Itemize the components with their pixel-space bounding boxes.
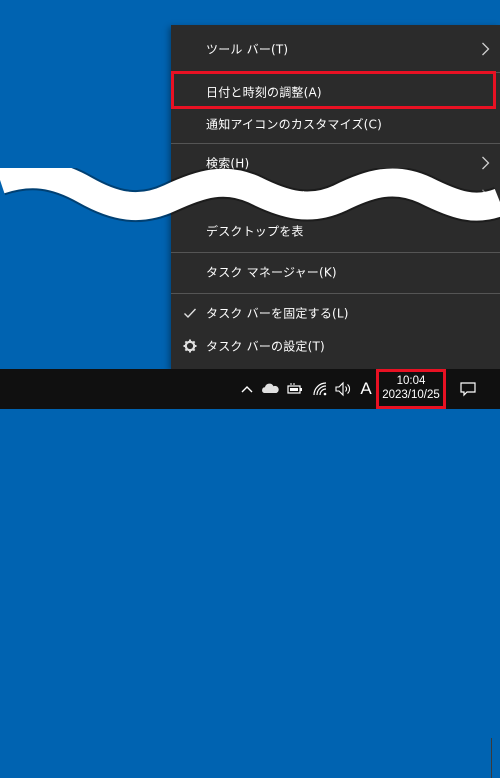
- menu-separator: [171, 293, 500, 294]
- gear-icon: [183, 339, 197, 353]
- menu-item-label: タスク マネージャー(K): [206, 265, 337, 280]
- action-center-icon[interactable]: [458, 379, 478, 399]
- menu-separator: [171, 143, 500, 144]
- onedrive-cloud-icon[interactable]: [260, 379, 280, 399]
- wifi-icon[interactable]: [310, 379, 330, 399]
- show-desktop-button[interactable]: [491, 738, 500, 778]
- chevron-right-icon: [482, 42, 490, 56]
- menu-item-label: タスク バーを固定する(L): [206, 306, 349, 321]
- menu-item-label: 通知アイコンのカスタマイズ(C): [206, 117, 382, 132]
- speaker-icon[interactable]: [333, 379, 353, 399]
- check-icon: [184, 308, 197, 319]
- menu-item-task-manager[interactable]: タスク マネージャー(K): [171, 254, 500, 290]
- ime-mode-indicator[interactable]: A: [357, 375, 375, 403]
- taskbar-clock[interactable]: 10:04 2023/10/25: [376, 369, 446, 409]
- menu-item-customize-notification-icons[interactable]: 通知アイコンのカスタマイズ(C): [171, 106, 500, 142]
- menu-item-lock-taskbar[interactable]: タスク バーを固定する(L): [171, 295, 500, 331]
- highlight-box-date-time-item: [171, 71, 496, 109]
- menu-item-toolbars[interactable]: ツール バー(T): [171, 31, 500, 67]
- menu-item-taskbar-settings[interactable]: タスク バーの設定(T): [171, 328, 500, 364]
- menu-item-label: ツール バー(T): [206, 42, 289, 57]
- chevron-up-icon[interactable]: [237, 379, 257, 399]
- clock-time: 10:04: [396, 375, 426, 387]
- battery-icon[interactable]: [285, 379, 305, 399]
- clock-date: 2023/10/25: [382, 389, 440, 401]
- wave-break-overlay: [0, 168, 500, 223]
- menu-item-label: タスク バーの設定(T): [206, 339, 325, 354]
- menu-separator: [171, 252, 500, 253]
